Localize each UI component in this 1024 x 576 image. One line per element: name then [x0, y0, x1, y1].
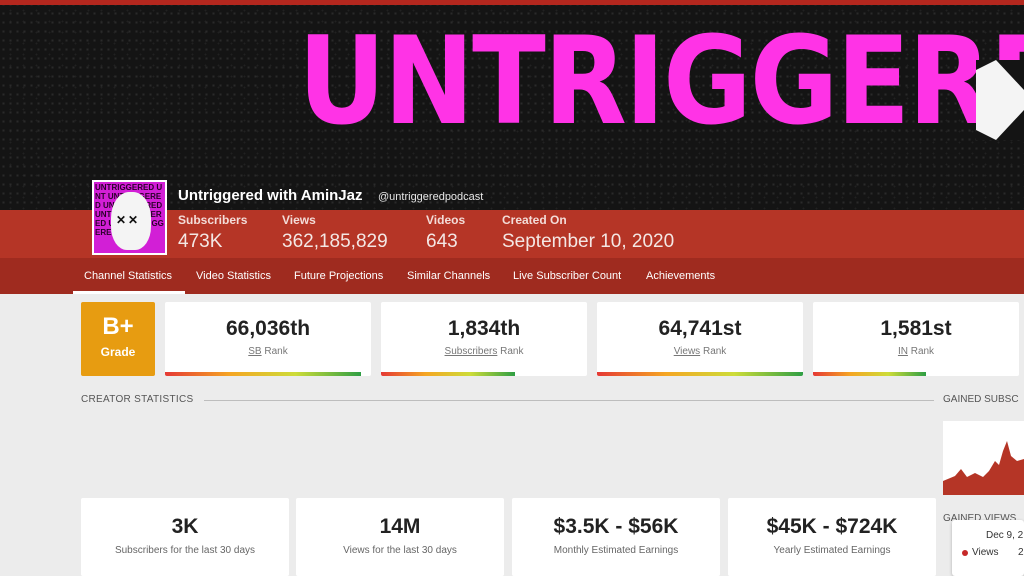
tab-similar-channels[interactable]: Similar Channels: [407, 270, 490, 282]
banner-title: UNTRIGGERED: [298, 11, 1024, 152]
tooltip-value: 2: [1018, 547, 1024, 558]
rank-label: IN Rank: [813, 346, 1019, 357]
rank-key-link[interactable]: IN: [898, 346, 908, 357]
tab-video-statistics[interactable]: Video Statistics: [196, 270, 271, 282]
channel-banner: UNTRIGGERED: [0, 0, 1024, 210]
rank-progress-bar: [597, 372, 803, 376]
rank-value: 66,036th: [225, 317, 311, 340]
rank-card-in: 1,581st IN Rank: [813, 302, 1019, 376]
stat-subscribers-value: 473K: [178, 231, 223, 252]
channel-handle: @untriggeredpodcast: [378, 191, 484, 203]
avatar-eyes: ✕✕: [116, 213, 141, 227]
rank-key-link[interactable]: SB: [248, 346, 261, 357]
rank-label: SB Rank: [165, 346, 371, 357]
rank-label: Subscribers Rank: [381, 346, 587, 357]
stat-created-value: September 10, 2020: [502, 231, 675, 252]
creator-statistics-heading: CREATOR STATISTICS: [81, 394, 194, 405]
channel-name[interactable]: Untriggered with AminJaz: [178, 187, 362, 204]
estimate-card-views: 14M Views for the last 30 days: [296, 498, 504, 576]
series-dot-icon: [962, 550, 968, 556]
estimate-label: Subscribers for the last 30 days: [114, 545, 256, 556]
stat-subscribers-label: Subscribers: [178, 213, 248, 227]
rank-suffix: Rank: [497, 346, 524, 357]
rank-key-link[interactable]: Subscribers: [445, 346, 498, 357]
tab-live-subscriber-count[interactable]: Live Subscriber Count: [513, 270, 621, 282]
estimate-value: 14M: [379, 515, 421, 538]
estimate-value: $3.5K - $56K: [553, 515, 679, 538]
banner-edge-mark: [976, 60, 1024, 140]
stat-videos-value: 643: [426, 231, 458, 252]
estimate-label: Monthly Estimated Earnings: [553, 545, 679, 556]
rank-value: 64,741st: [658, 317, 742, 340]
grade-badge: B+ Grade: [81, 302, 155, 376]
grade-value: B+: [102, 313, 134, 340]
tooltip-date: Dec 9, 2: [986, 530, 1024, 541]
estimate-label: Views for the last 30 days: [343, 545, 457, 556]
banner-top-stripe: [0, 0, 1024, 5]
rank-progress-bar: [381, 372, 515, 376]
rank-value: 1,581st: [880, 317, 952, 340]
rank-value: 1,834th: [447, 317, 521, 340]
rank-card-subscribers: 1,834th Subscribers Rank: [381, 302, 587, 376]
grade-label: Grade: [100, 345, 136, 359]
stat-videos-label: Videos: [426, 213, 466, 227]
rank-key-link[interactable]: Views: [674, 346, 701, 357]
rank-suffix: Rank: [261, 346, 288, 357]
stat-created-label: Created On: [502, 213, 567, 227]
estimate-value: 3K: [171, 515, 199, 538]
tab-future-projections[interactable]: Future Projections: [294, 270, 383, 282]
chart-tooltip: Dec 9, 2 Views 2: [952, 520, 1024, 576]
estimate-card-yearly-earnings: $45K - $724K Yearly Estimated Earnings: [728, 498, 936, 576]
estimate-card-subscribers: 3K Subscribers for the last 30 days: [81, 498, 289, 576]
estimate-value: $45K - $724K: [766, 515, 898, 538]
rank-progress-bar: [813, 372, 927, 376]
gained-subscribers-chart[interactable]: [943, 421, 1024, 495]
tab-channel-statistics[interactable]: Channel Statistics: [84, 270, 172, 282]
tooltip-series: Views: [972, 547, 999, 558]
rank-suffix: Rank: [907, 346, 935, 357]
stat-views-label: Views: [282, 213, 316, 227]
estimate-label: Yearly Estimated Earnings: [773, 545, 891, 556]
tab-achievements[interactable]: Achievements: [646, 270, 715, 282]
section-divider: [204, 400, 934, 401]
rank-card-views: 64,741st Views Rank: [597, 302, 803, 376]
estimate-card-monthly-earnings: $3.5K - $56K Monthly Estimated Earnings: [512, 498, 720, 576]
rank-card-sb: 66,036th SB Rank: [165, 302, 371, 376]
gained-subscribers-heading: GAINED SUBSC: [943, 394, 1019, 405]
channel-avatar[interactable]: UNTRIGGERED UNT UNTRIGGERED UNTRIGGERED …: [92, 180, 167, 255]
rank-label: Views Rank: [597, 346, 803, 357]
rank-suffix: Rank: [700, 346, 727, 357]
stat-views-value: 362,185,829: [282, 231, 388, 252]
active-tab-indicator: [73, 291, 185, 294]
rank-progress-bar: [165, 372, 361, 376]
